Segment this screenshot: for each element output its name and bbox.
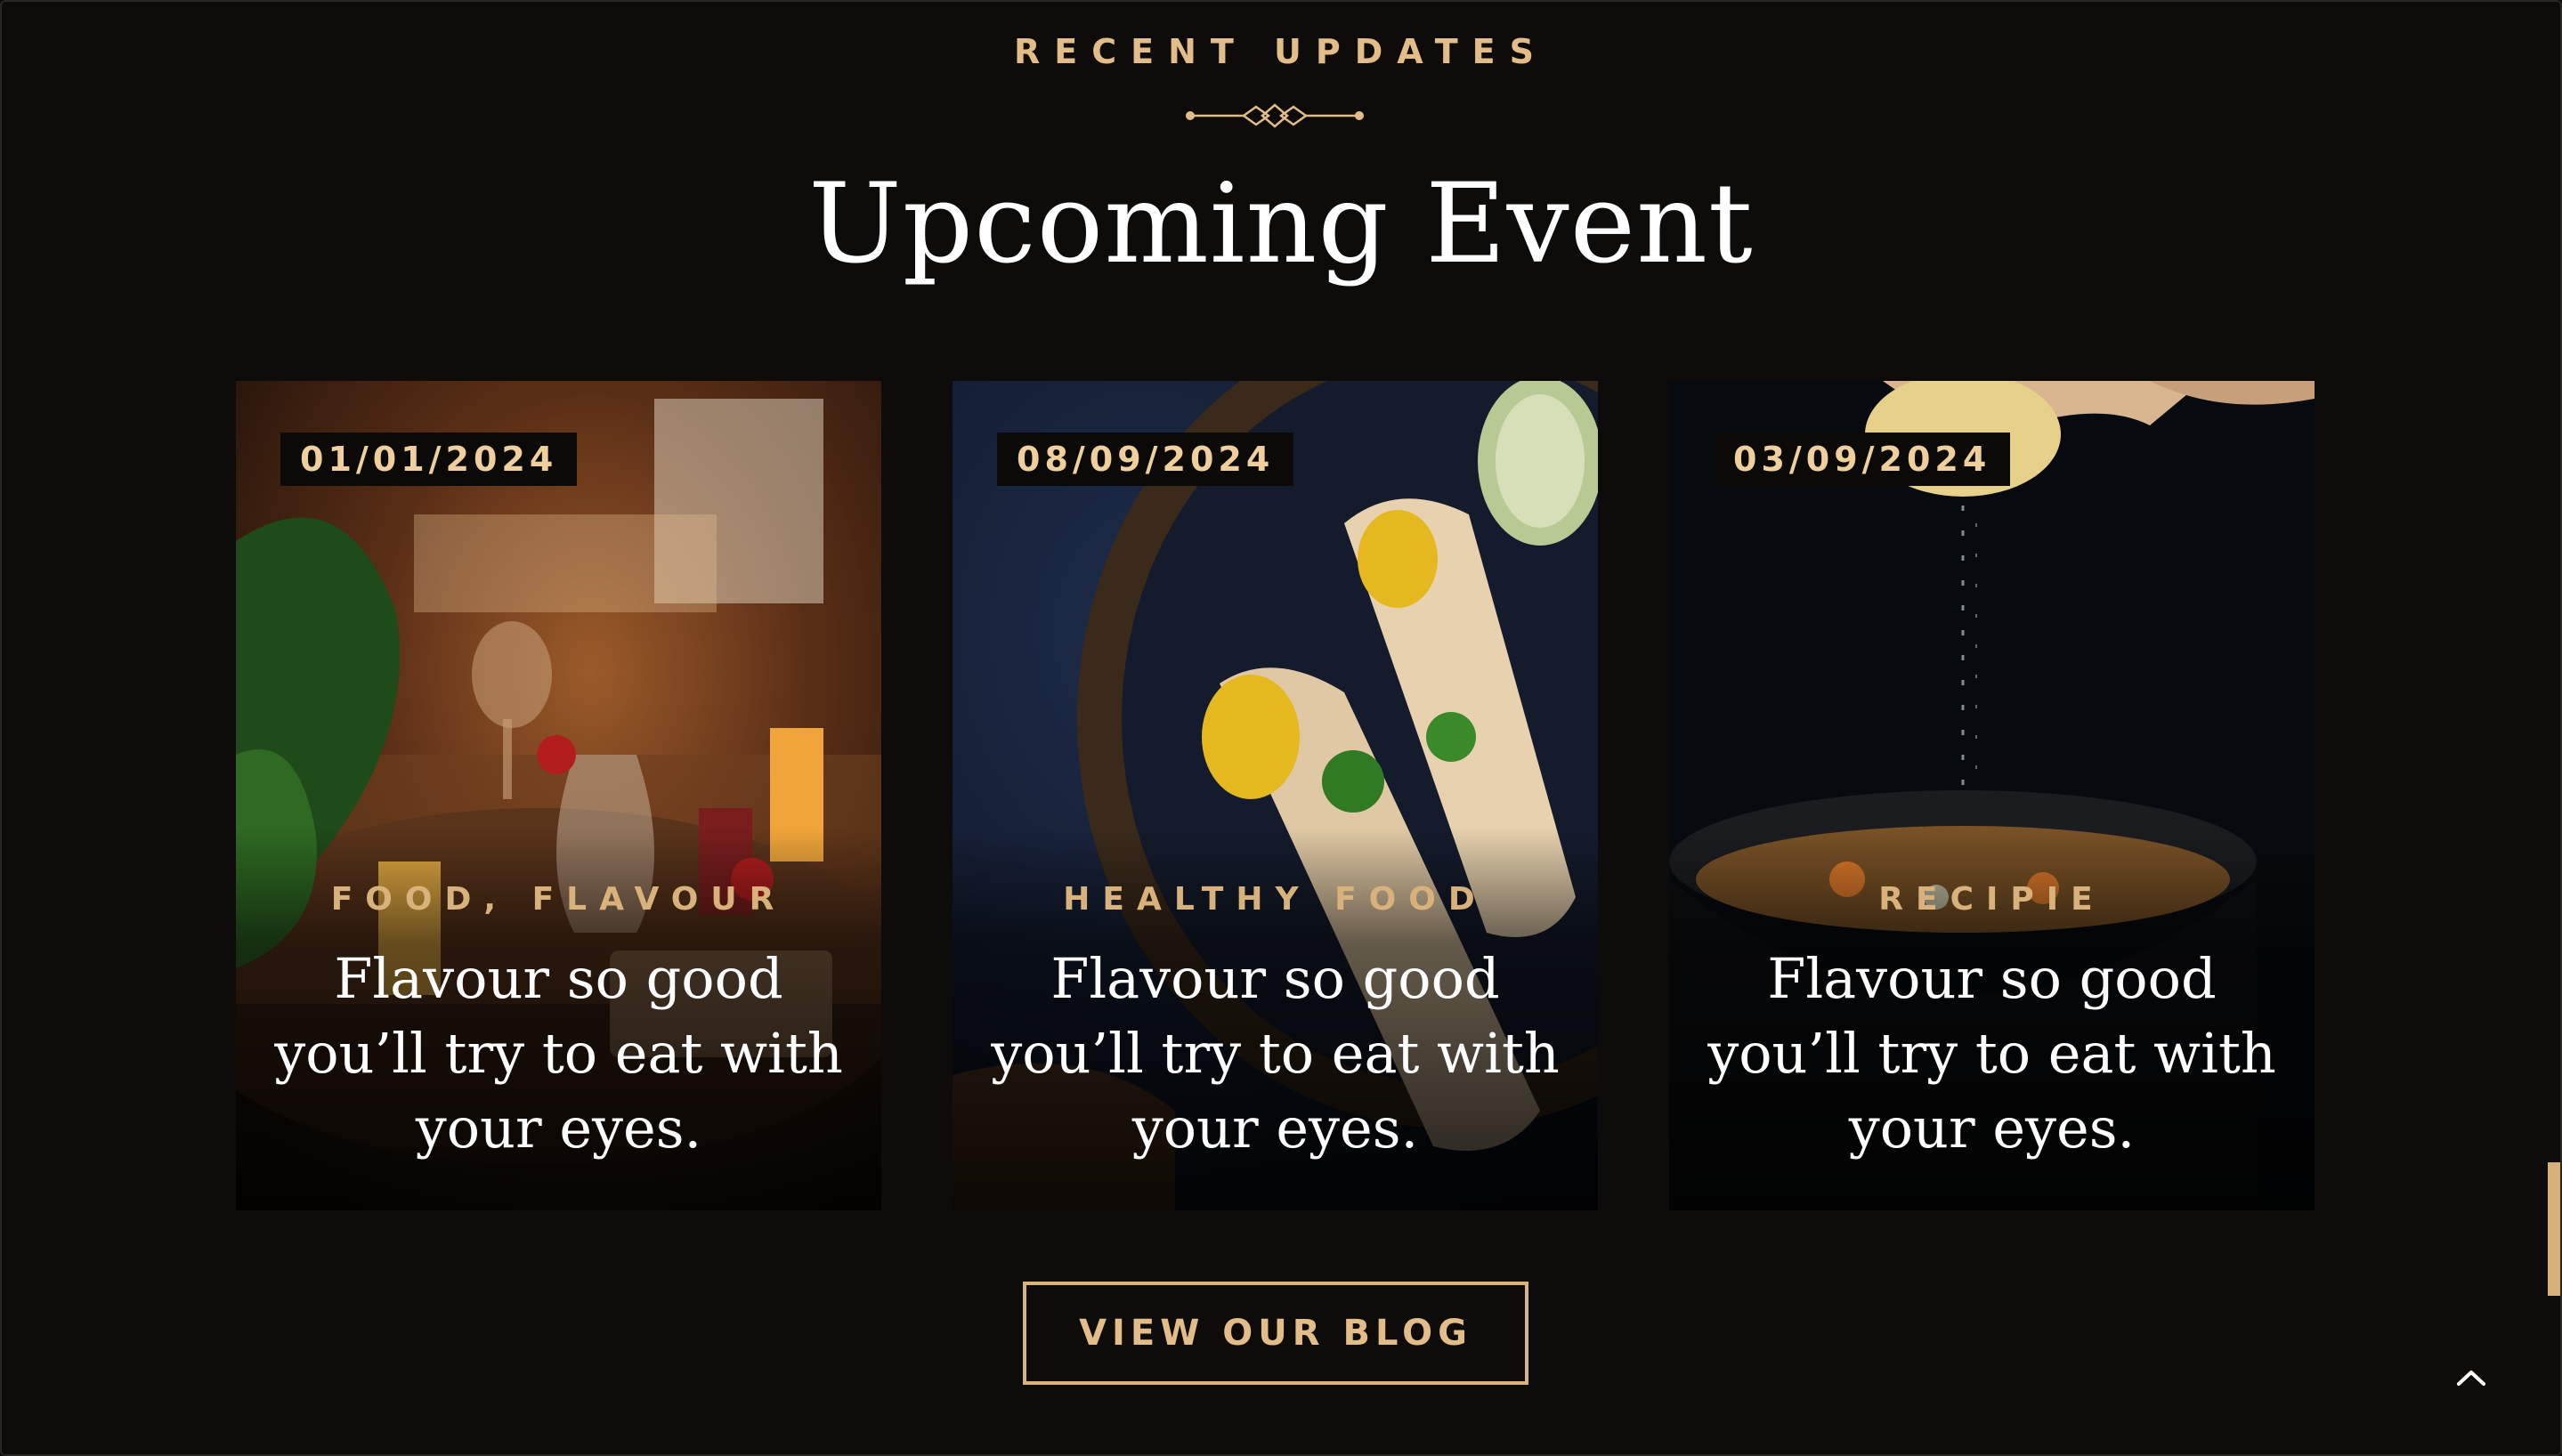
view-blog-button[interactable]: VIEW OUR BLOG [1023,1282,1528,1385]
card-headline[interactable]: Flavour so good you’ll try to eat with y… [988,942,1562,1166]
diamond-divider-icon [1186,103,1364,128]
back-to-top-button[interactable] [2446,1353,2496,1403]
event-card[interactable]: 01/01/2024 FOOD, FLAVOUR Flavour so good… [236,381,881,1210]
section-eyebrow: RECENT UPDATES [1014,32,1548,71]
scrollbar-thumb[interactable] [2548,1162,2560,1296]
card-headline[interactable]: Flavour so good you’ll try to eat with y… [1705,942,2279,1166]
date-badge: 03/09/2024 [1714,433,2011,486]
section-title: Upcoming Event [808,160,1754,288]
date-badge: 08/09/2024 [997,433,1294,486]
card-category[interactable]: RECIPIE [1669,881,2315,918]
event-card[interactable]: 03/09/2024 RECIPIE Flavour so good you’l… [1669,381,2315,1210]
card-category[interactable]: HEALTHY FOOD [953,881,1598,918]
date-badge: 01/01/2024 [280,433,578,486]
page: RECENT UPDATES Upcoming Event 01/01/2024… [0,0,2562,1456]
chevron-up-icon [2457,1371,2485,1386]
card-headline[interactable]: Flavour so good you’ll try to eat with y… [272,942,846,1166]
card-category[interactable]: FOOD, FLAVOUR [236,881,881,918]
event-card[interactable]: 08/09/2024 HEALTHY FOOD Flavour so good … [953,381,1598,1210]
